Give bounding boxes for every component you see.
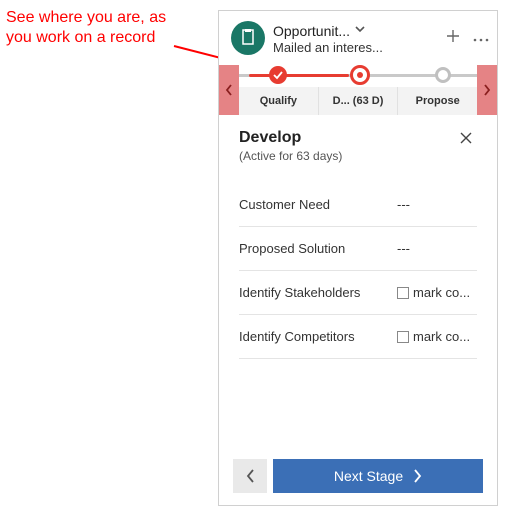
stage-detail: Develop (Active for 63 days) Customer Ne… — [219, 115, 497, 359]
field-label: Identify Stakeholders — [239, 285, 391, 300]
field-row[interactable]: Proposed Solution --- — [239, 227, 477, 271]
record-type-icon — [231, 21, 265, 55]
stage-label-qualify[interactable]: Qualify — [239, 87, 319, 115]
stage-node-qualify[interactable] — [269, 66, 287, 84]
field-checkbox-value[interactable]: mark co... — [397, 329, 477, 344]
close-icon[interactable] — [455, 129, 477, 152]
field-value-text: mark co... — [413, 285, 470, 300]
checkbox-icon[interactable] — [397, 331, 409, 343]
field-row[interactable]: Identify Stakeholders mark co... — [239, 271, 477, 315]
chevron-down-icon[interactable] — [354, 22, 366, 40]
stage-next-button[interactable] — [477, 65, 497, 115]
record-panel: Opportunit... Mailed an interes... — [218, 10, 498, 506]
panel-header: Opportunit... Mailed an interes... — [219, 11, 497, 65]
add-icon[interactable] — [445, 28, 461, 49]
stage-footer: Next Stage — [233, 459, 483, 493]
checkbox-icon[interactable] — [397, 287, 409, 299]
stage-label-develop[interactable]: D... (63 D) — [319, 87, 399, 115]
next-stage-label: Next Stage — [334, 468, 403, 484]
field-row[interactable]: Customer Need --- — [239, 183, 477, 227]
field-label: Proposed Solution — [239, 241, 391, 256]
stage-prev-button[interactable] — [219, 65, 239, 115]
back-button[interactable] — [233, 459, 267, 493]
process-bar: Qualify D... (63 D) Propose — [219, 65, 497, 115]
header-text-block: Opportunit... Mailed an interes... — [273, 22, 437, 55]
record-subtitle: Mailed an interes... — [273, 40, 423, 55]
field-value-text: mark co... — [413, 329, 470, 344]
field-label: Identify Competitors — [239, 329, 391, 344]
field-label: Customer Need — [239, 197, 391, 212]
field-value[interactable]: --- — [397, 241, 477, 256]
field-row[interactable]: Identify Competitors mark co... — [239, 315, 477, 359]
stage-track: Qualify D... (63 D) Propose — [239, 65, 477, 115]
stage-node-develop[interactable] — [350, 65, 370, 85]
stage-subtitle: (Active for 63 days) — [239, 149, 342, 163]
annotation-text: See where you are, as you work on a reco… — [6, 8, 166, 48]
field-checkbox-value[interactable]: mark co... — [397, 285, 477, 300]
next-stage-button[interactable]: Next Stage — [273, 459, 483, 493]
stage-node-propose[interactable] — [435, 67, 451, 83]
more-icon[interactable] — [473, 29, 489, 47]
chevron-right-icon — [413, 469, 422, 483]
stage-title: Develop — [239, 129, 342, 147]
stage-label-propose[interactable]: Propose — [398, 87, 477, 115]
record-title[interactable]: Opportunit... — [273, 23, 350, 39]
field-value[interactable]: --- — [397, 197, 477, 212]
